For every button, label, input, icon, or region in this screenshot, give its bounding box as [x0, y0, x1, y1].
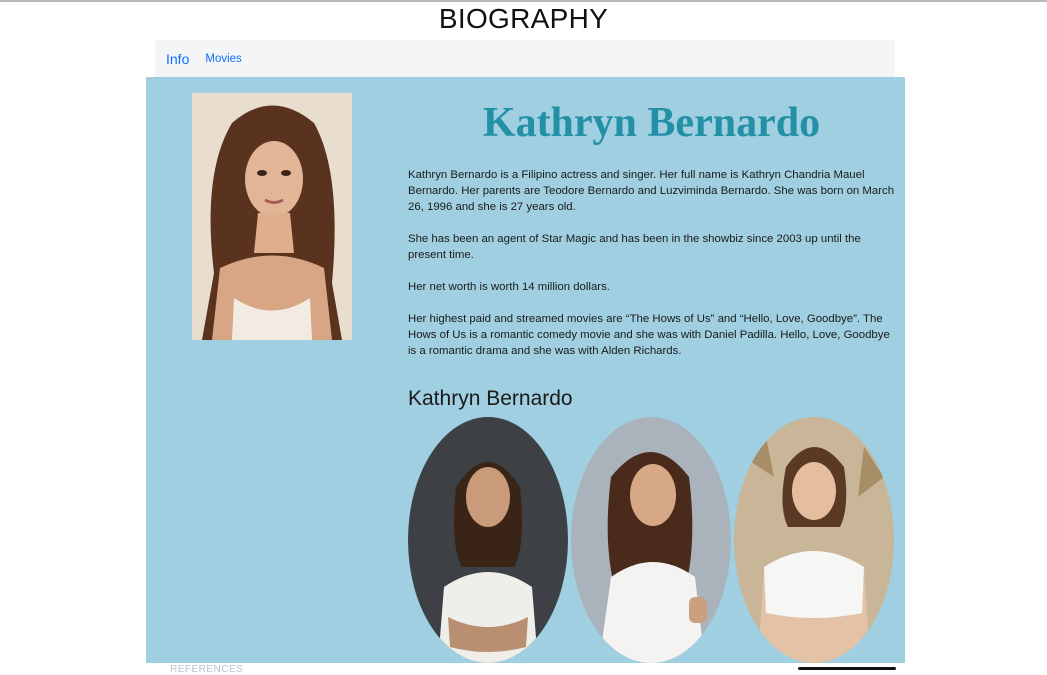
biography-panel: Kathryn Bernardo Kathryn Bernardo is a F… [146, 77, 905, 663]
profile-photo [192, 93, 352, 340]
profile-name-heading: Kathryn Bernardo [482, 100, 821, 146]
gallery-photo-3 [734, 417, 894, 663]
bio-paragraph: She has been an agent of Star Magic and … [408, 233, 861, 261]
gallery-photo-2 [571, 417, 731, 663]
gallery-photo-1 [408, 417, 568, 663]
bio-paragraph: Her net worth is worth 14 million dollar… [408, 281, 610, 293]
nav-tab-info[interactable]: Info [166, 51, 189, 67]
gallery-heading: Kathryn Bernardo [408, 387, 573, 410]
bio-paragraph: Her highest paid and streamed movies are… [408, 313, 890, 357]
navbar: Info Movies [155, 40, 895, 77]
nav-tab-movies[interactable]: Movies [205, 53, 241, 65]
bio-paragraph: Kathryn Bernardo is a Filipino actress a… [408, 169, 895, 213]
biography-text: Kathryn Bernardo is a Filipino actress a… [408, 167, 895, 375]
page-title: BIOGRAPHY [438, 3, 609, 34]
